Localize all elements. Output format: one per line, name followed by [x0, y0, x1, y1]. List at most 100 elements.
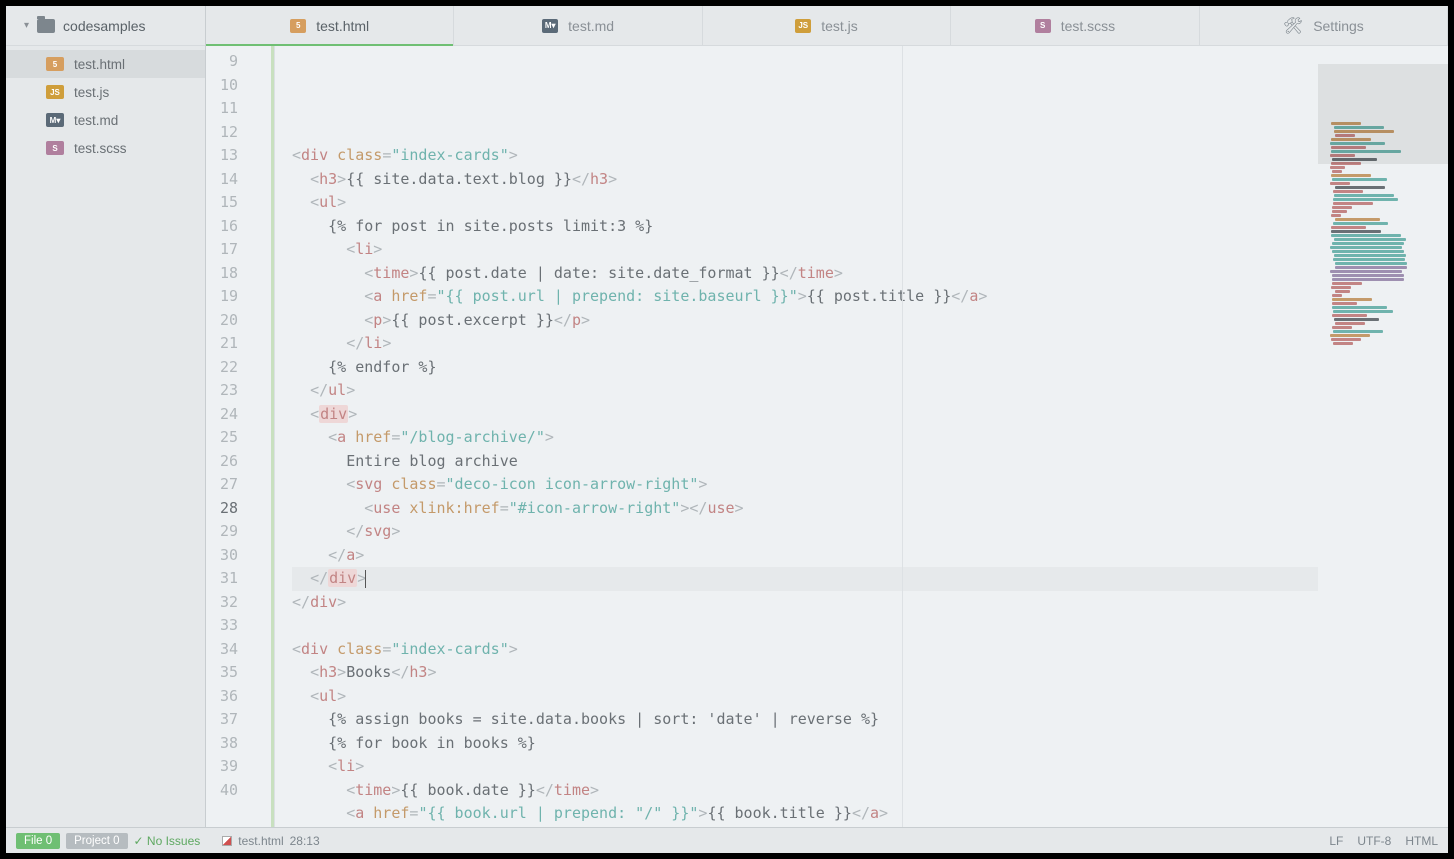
line-number[interactable]: 21 [206, 332, 238, 356]
minimap-line [1333, 198, 1398, 201]
tree-root[interactable]: ▾ codesamples [6, 6, 205, 46]
code-line[interactable]: <div> [292, 403, 1318, 427]
code-line[interactable]: <ul> [292, 685, 1318, 709]
code-line[interactable]: </a> [292, 544, 1318, 568]
line-number[interactable]: 34 [206, 638, 238, 662]
code-editor[interactable]: 9101112131415161718192021222324252627282… [206, 46, 1448, 827]
code-line[interactable]: {% endfor %} [292, 356, 1318, 380]
status-language[interactable]: HTML [1405, 834, 1438, 848]
code-line[interactable]: <li> [292, 238, 1318, 262]
status-file-badge[interactable]: File 0 [16, 833, 60, 849]
minimap-line [1333, 202, 1373, 205]
code-line[interactable]: <svg class="deco-icon icon-arrow-right"> [292, 473, 1318, 497]
top-area: ▾ codesamples 5test.htmlJStest.jsM▾test.… [6, 6, 1448, 827]
code-line[interactable]: <time>{{ post.date | date: site.date_for… [292, 262, 1318, 286]
minimap-line [1332, 250, 1404, 253]
minimap-line [1332, 298, 1372, 301]
line-number[interactable]: 26 [206, 450, 238, 474]
tab-settings[interactable]: 🛠Settings [1200, 6, 1448, 45]
line-number[interactable]: 15 [206, 191, 238, 215]
line-number[interactable]: 30 [206, 544, 238, 568]
code-line[interactable]: <div class="index-cards"> [292, 144, 1318, 168]
code-line[interactable]: <p>{{ book.description }}</p> [292, 826, 1318, 828]
minimap-line [1331, 338, 1361, 341]
minimap-viewport[interactable] [1318, 64, 1448, 164]
status-project-badge[interactable]: Project 0 [66, 833, 127, 849]
line-number[interactable]: 16 [206, 215, 238, 239]
code-line[interactable]: <p>{{ post.excerpt }}</p> [292, 309, 1318, 333]
minimap[interactable] [1318, 46, 1448, 827]
tab-test-js[interactable]: JStest.js [703, 6, 951, 45]
line-number[interactable]: 12 [206, 121, 238, 145]
line-number[interactable]: 25 [206, 426, 238, 450]
js-file-icon: JS [795, 19, 811, 33]
minimap-line [1333, 342, 1353, 345]
minimap-line [1335, 290, 1350, 293]
code-line[interactable]: <time>{{ book.date }}</time> [292, 779, 1318, 803]
tree-item-test-js[interactable]: JStest.js [6, 78, 205, 106]
status-cursor-pos[interactable]: 28:13 [290, 834, 320, 848]
minimap-line [1332, 326, 1352, 329]
code-line[interactable]: <a href="/blog-archive/"> [292, 426, 1318, 450]
code-line[interactable]: <h3>Books</h3> [292, 661, 1318, 685]
line-number[interactable]: 36 [206, 685, 238, 709]
line-number[interactable]: 18 [206, 262, 238, 286]
line-number[interactable]: 23 [206, 379, 238, 403]
line-number[interactable]: 24 [206, 403, 238, 427]
line-number[interactable]: 11 [206, 97, 238, 121]
code-line[interactable]: {% assign books = site.data.books | sort… [292, 708, 1318, 732]
line-number[interactable]: 20 [206, 309, 238, 333]
code-line[interactable]: <a href="{{ book.url | prepend: "/" }}">… [292, 802, 1318, 826]
code-line[interactable] [292, 614, 1318, 638]
code-line[interactable]: <li> [292, 755, 1318, 779]
line-number[interactable]: 40 [206, 779, 238, 803]
code-line[interactable]: <a href="{{ post.url | prepend: site.bas… [292, 285, 1318, 309]
line-number[interactable]: 28 [206, 497, 238, 521]
line-number[interactable]: 35 [206, 661, 238, 685]
line-number[interactable]: 19 [206, 285, 238, 309]
line-number[interactable]: 14 [206, 168, 238, 192]
code-line[interactable]: {% for post in site.posts limit:3 %} [292, 215, 1318, 239]
code-line[interactable]: </li> [292, 332, 1318, 356]
code-line[interactable]: Entire blog archive [292, 450, 1318, 474]
status-issues[interactable]: ✓ No Issues [134, 834, 201, 848]
status-line-ending[interactable]: LF [1329, 834, 1343, 848]
code-line[interactable]: <h3>{{ site.data.text.blog }}</h3> [292, 168, 1318, 192]
line-number[interactable]: 32 [206, 591, 238, 615]
tab-test-md[interactable]: M▾test.md [454, 6, 702, 45]
text-cursor [365, 570, 366, 588]
minimap-line [1335, 218, 1380, 221]
code-content[interactable]: <div class="index-cards"> <h3>{{ site.da… [290, 46, 1318, 827]
line-number[interactable]: 38 [206, 732, 238, 756]
code-line[interactable]: </ul> [292, 379, 1318, 403]
code-line[interactable]: {% for book in books %} [292, 732, 1318, 756]
code-line[interactable]: <use xlink:href="#icon-arrow-right"></us… [292, 497, 1318, 521]
code-line[interactable]: </div> [292, 567, 1318, 591]
code-line[interactable]: </svg> [292, 520, 1318, 544]
line-number[interactable]: 22 [206, 356, 238, 380]
code-line[interactable]: <ul> [292, 191, 1318, 215]
tab-test-scss[interactable]: Stest.scss [951, 6, 1199, 45]
status-encoding[interactable]: UTF-8 [1357, 834, 1391, 848]
line-number[interactable]: 29 [206, 520, 238, 544]
tree-item-test-md[interactable]: M▾test.md [6, 106, 205, 134]
tab-test-html[interactable]: 5test.html [206, 6, 454, 45]
line-number[interactable]: 27 [206, 473, 238, 497]
line-number[interactable]: 13 [206, 144, 238, 168]
line-number[interactable]: 9 [206, 50, 238, 74]
line-number[interactable]: 17 [206, 238, 238, 262]
tree-item-label: test.html [74, 57, 125, 72]
line-number[interactable]: 37 [206, 708, 238, 732]
code-line[interactable]: <div class="index-cards"> [292, 638, 1318, 662]
line-number[interactable]: 39 [206, 755, 238, 779]
line-number-gutter: 9101112131415161718192021222324252627282… [206, 46, 246, 827]
tree-item-test-html[interactable]: 5test.html [6, 50, 205, 78]
git-status-icon[interactable] [222, 836, 232, 846]
code-line[interactable]: </div> [292, 591, 1318, 615]
line-number[interactable]: 33 [206, 614, 238, 638]
line-number[interactable]: 31 [206, 567, 238, 591]
status-filename[interactable]: test.html [238, 834, 283, 848]
tree-item-test-scss[interactable]: Stest.scss [6, 134, 205, 162]
code-line[interactable] [292, 121, 1318, 145]
line-number[interactable]: 10 [206, 74, 238, 98]
